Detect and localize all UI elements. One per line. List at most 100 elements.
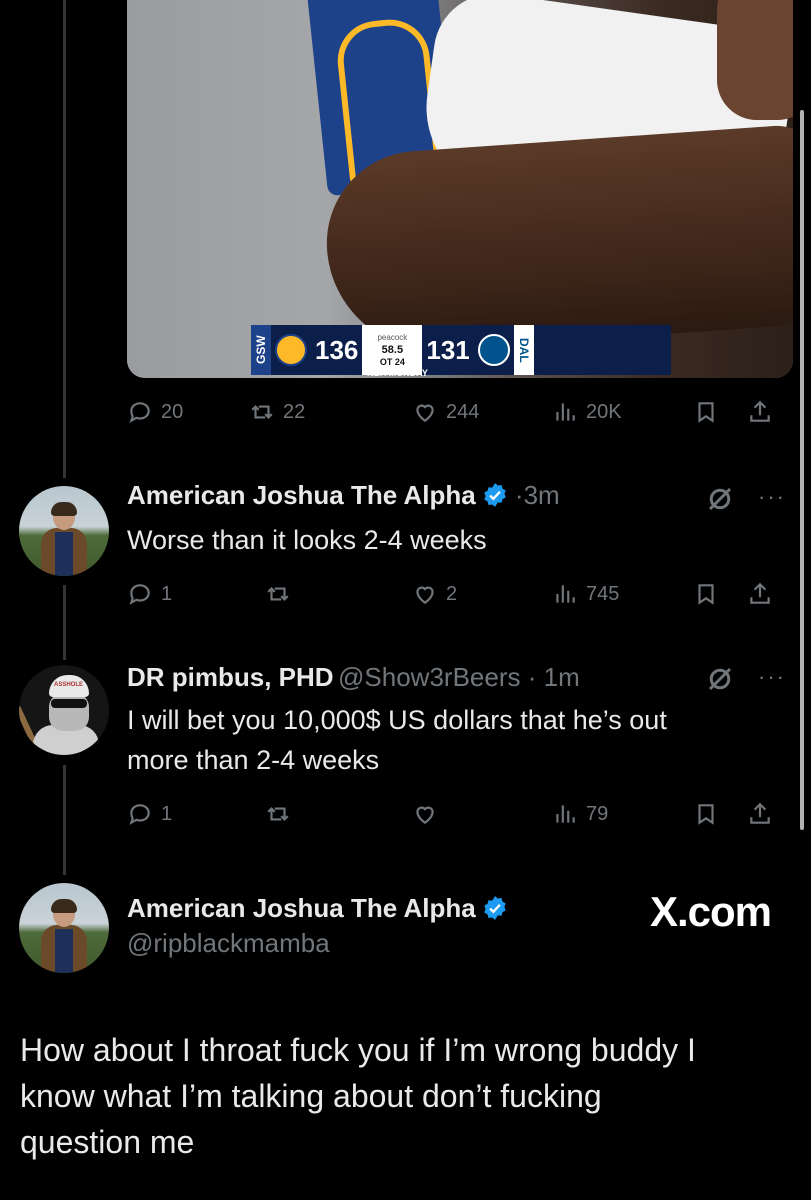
reply-count: 1	[161, 582, 173, 605]
tweet-text: Worse than it looks 2-4 weeks	[127, 525, 487, 555]
more-options-icon[interactable]: ···	[758, 664, 786, 690]
main-tweet-text: How about I throat fuck you if I’m wrong…	[20, 1027, 696, 1165]
repost-icon	[267, 807, 289, 821]
repost-button[interactable]	[265, 801, 291, 827]
home-team-abbr: GSW	[251, 325, 271, 375]
reply-icon	[129, 402, 150, 423]
views-count: 79	[586, 802, 609, 825]
avatar-hair	[51, 502, 77, 516]
like-button[interactable]: 244	[412, 399, 479, 425]
reply-count: 1	[161, 802, 173, 825]
hand	[717, 0, 793, 120]
tweet-actions: 1 2 745	[127, 574, 793, 614]
time-separator: ·	[507, 480, 524, 510]
avatar-person	[41, 502, 87, 576]
home-score: 136	[315, 334, 359, 365]
like-count: 2	[446, 582, 458, 605]
reply-button[interactable]: 1	[127, 581, 172, 607]
tweet-actions: 1 79	[127, 794, 793, 834]
tweet-header: American Joshua The Alpha ·3m	[127, 480, 560, 511]
avatar[interactable]	[19, 883, 109, 973]
repost-icon	[251, 405, 273, 419]
user-handle[interactable]: @ripblackmamba	[127, 928, 508, 959]
repost-count: 22	[283, 400, 306, 423]
verified-badge-icon	[483, 896, 506, 920]
verified-badge-icon	[483, 483, 506, 507]
avatar-hair	[51, 899, 77, 913]
bookmark-button[interactable]	[693, 399, 719, 425]
reply-count: 20	[161, 400, 184, 423]
period: OT	[379, 357, 393, 367]
views-icon	[556, 585, 575, 603]
like-button[interactable]	[412, 801, 438, 827]
views-button[interactable]: 79	[552, 801, 608, 827]
reply-button[interactable]: 1	[127, 801, 172, 827]
main-tweet-text-line: question me	[20, 1124, 195, 1160]
reply-icon	[129, 584, 150, 605]
avatar-shirt	[55, 532, 73, 576]
scorebug: GSW 136 peacock 58.5 OT 24 131 DAL	[251, 325, 671, 375]
tweet-time[interactable]: 3m	[524, 480, 560, 510]
bookmark-button[interactable]	[693, 801, 719, 827]
tweet-header: DR pimbus, PHD @Show3rBeers · 1m	[127, 662, 580, 693]
heart-icon	[416, 586, 434, 604]
heart-icon	[416, 404, 434, 422]
tweet-time[interactable]: 1m	[544, 662, 580, 692]
views-icon	[556, 805, 575, 823]
views-count: 745	[586, 582, 620, 605]
avatar-person	[41, 899, 87, 973]
avatar[interactable]: ASSHOLE	[19, 665, 109, 755]
time-separator: ·	[520, 662, 544, 692]
share-icon	[750, 400, 770, 422]
reply-icon	[129, 804, 150, 825]
share-button[interactable]	[747, 801, 773, 827]
arm	[320, 122, 793, 358]
more-options-icon[interactable]: ···	[758, 484, 786, 510]
shot-clock: 24	[394, 357, 405, 367]
show-banner: NBA MONDAY	[367, 368, 428, 378]
views-count: 20K	[586, 400, 622, 423]
grok-icon[interactable]	[705, 664, 735, 694]
reply-button[interactable]: 20	[127, 399, 183, 425]
views-button[interactable]: 20K	[552, 399, 622, 425]
share-button[interactable]	[747, 581, 773, 607]
bookmark-button[interactable]	[693, 581, 719, 607]
mavericks-logo-icon	[477, 334, 510, 366]
bookmark-icon	[698, 584, 714, 605]
repost-icon	[267, 587, 289, 601]
repost-button[interactable]	[265, 581, 291, 607]
share-button[interactable]	[747, 399, 773, 425]
main-tweet-text-line: know what I’m talking about don’t fuckin…	[20, 1078, 602, 1114]
views-icon	[556, 403, 575, 421]
tweet-text-line: I will bet you 10,000$ US dollars that h…	[127, 705, 667, 735]
display-name[interactable]: American Joshua The Alpha	[127, 480, 476, 510]
avatar-shirt	[55, 929, 73, 973]
period-shotclock: OT 24	[380, 356, 405, 368]
display-name[interactable]: American Joshua The Alpha	[127, 893, 476, 923]
views-button[interactable]: 745	[552, 581, 619, 607]
heart-icon	[416, 806, 434, 824]
like-button[interactable]: 2	[412, 581, 457, 607]
away-score: 131	[426, 334, 470, 365]
x-com-watermark: X.com	[649, 888, 772, 935]
game-clock: 58.5	[381, 344, 404, 356]
scrollbar[interactable]	[800, 110, 804, 830]
share-icon	[750, 802, 770, 824]
away-team-abbr: DAL	[513, 325, 534, 375]
tweet-media-image[interactable]: GSW 136 peacock 58.5 OT 24 131 DAL NBA M…	[127, 0, 793, 378]
share-icon	[750, 582, 770, 604]
like-count: 244	[446, 400, 480, 423]
repost-button[interactable]: 22	[249, 399, 305, 425]
avatar-sunglasses	[51, 699, 87, 708]
avatar-cap-text: ASSHOLE	[54, 682, 84, 688]
user-handle[interactable]: @Show3rBeers	[338, 662, 520, 692]
warriors-logo-icon	[275, 334, 307, 366]
display-name[interactable]: DR pimbus, PHD	[127, 662, 334, 692]
grok-icon[interactable]	[705, 484, 735, 514]
bookmark-icon	[698, 804, 714, 825]
main-tweet-text-line: How about I throat fuck you if I’m wrong…	[20, 1032, 696, 1068]
main-tweet-header: American Joshua The Alpha @ripblackmamba	[127, 893, 508, 959]
thread-line-mid	[63, 585, 66, 660]
avatar[interactable]	[19, 486, 109, 576]
media-tweet-actions: 20 22 244 20K	[127, 392, 793, 432]
